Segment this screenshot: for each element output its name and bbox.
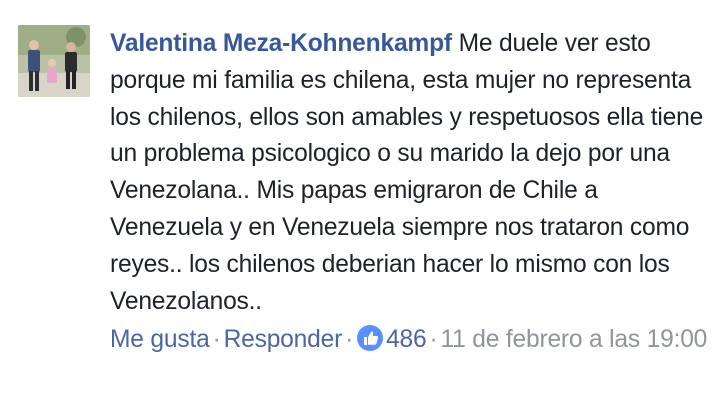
comment-body: Valentina Meza-Kohnenkampf Me duele ver … — [110, 26, 716, 359]
separator: · — [212, 326, 221, 354]
like-count-value: 486 — [386, 326, 427, 354]
comment-text-block: Valentina Meza-Kohnenkampf Me duele ver … — [110, 26, 716, 320]
comment-actions: Me gusta · Responder · 486 · 11 de febrero a l… — [110, 322, 716, 359]
thumbs-up-icon — [356, 324, 384, 352]
separator: · — [429, 326, 438, 354]
comment-timestamp[interactable]: 11 de febrero a las 19:00 — [441, 326, 708, 353]
like-button[interactable]: Me gusta — [110, 326, 210, 353]
reply-button[interactable]: Responder — [224, 326, 343, 353]
like-count[interactable]: 486 — [356, 324, 427, 354]
separator: · — [345, 326, 354, 354]
comment: Valentina Meza-Kohnenkampf Me duele ver … — [0, 0, 728, 415]
comment-author[interactable]: Valentina Meza-Kohnenkampf — [110, 30, 452, 57]
avatar[interactable] — [18, 25, 90, 97]
comment-text: Me duele ver esto porque mi familia es c… — [110, 30, 704, 315]
profile-photo — [18, 25, 90, 97]
